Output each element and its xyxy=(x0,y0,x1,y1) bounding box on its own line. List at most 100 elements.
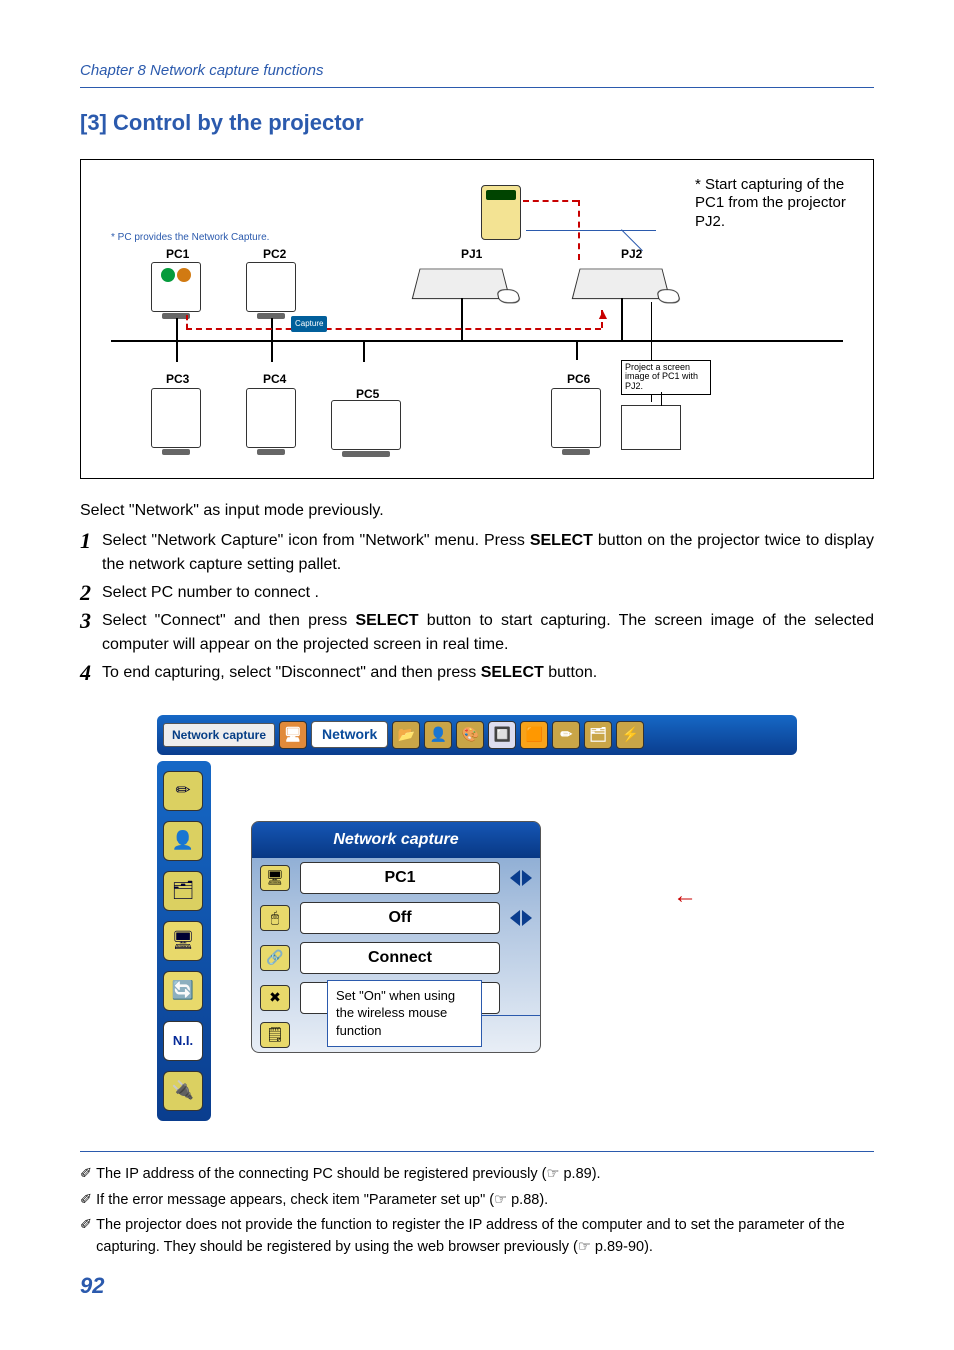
projection-screen-icon xyxy=(621,405,681,450)
monitor-icon: 🖥 xyxy=(163,921,203,961)
arrow-up-icon: ▲ xyxy=(596,304,610,325)
toggle-value: Off xyxy=(300,902,500,934)
connect-row: 🔗 Connect xyxy=(252,938,540,978)
step-text: Select "Connect" and then press xyxy=(102,612,355,629)
pc6-icon xyxy=(551,388,601,448)
step-4: 4 To end capturing, select "Disconnect" … xyxy=(80,661,874,685)
select-keyword: SELECT xyxy=(530,532,593,549)
transfer-icon: 🔄 xyxy=(163,971,203,1011)
pallet-title: Network capture xyxy=(252,822,540,858)
pc-icon: 🖥 xyxy=(260,865,290,891)
footnote-mark-icon: ✐ xyxy=(80,1190,92,1212)
drop-line xyxy=(176,318,178,340)
red-arrow-icon: ← xyxy=(673,878,697,914)
arrow-left-icon xyxy=(510,910,520,926)
footnote-3: ✐ The projector does not provide the fun… xyxy=(80,1215,874,1259)
drop-line xyxy=(621,298,623,340)
footnote-text: If the error message appears, check item… xyxy=(96,1190,874,1212)
footnote-text: The IP address of the connecting PC shou… xyxy=(96,1164,874,1186)
pj1-label: PJ1 xyxy=(461,245,482,263)
menu-icon: 📂 xyxy=(392,721,420,749)
pc1-icon xyxy=(151,262,201,312)
step-number: 3 xyxy=(80,609,102,657)
sn-icon: 🔌 xyxy=(163,1071,203,1111)
wireless-mouse-annotation: Set "On" when using the wireless mouse f… xyxy=(327,980,482,1047)
dashed-line xyxy=(186,315,188,329)
footnote-mark-icon: ✐ xyxy=(80,1215,92,1259)
select-keyword: SELECT xyxy=(481,664,544,681)
mouse-icon: 🖱 xyxy=(260,905,290,931)
pc-value: PC1 xyxy=(300,862,500,894)
face-icon: 👤 xyxy=(163,821,203,861)
pc2-label: PC2 xyxy=(263,245,286,263)
ni-icon: N.I. xyxy=(163,1021,203,1061)
pc5-icon xyxy=(331,400,401,450)
pc-row: 🖥 PC1 xyxy=(252,858,540,898)
footnote-text: The projector does not provide the funct… xyxy=(96,1215,874,1259)
pc4-icon xyxy=(246,388,296,448)
drop-line xyxy=(461,298,463,340)
section-title: [3] Control by the projector xyxy=(80,106,874,139)
decorative-dot xyxy=(161,268,175,282)
menu-icon: ✏ xyxy=(552,721,580,749)
pc3-icon xyxy=(151,388,201,448)
footnotes: ✐ The IP address of the connecting PC sh… xyxy=(80,1151,874,1259)
step-text: To end capturing, select "Disconnect" an… xyxy=(102,664,481,681)
osd-menu-bar: Network capture 🖥 Network 📂 👤 🎨 🔲 🟧 ✏ 🗂 … xyxy=(157,715,797,755)
callout-line xyxy=(526,230,656,231)
pen-icon: ✏ xyxy=(163,771,203,811)
menu-icon: 🗂 xyxy=(584,721,612,749)
footnote-1: ✐ The IP address of the connecting PC sh… xyxy=(80,1164,874,1186)
osd-figure: Network capture 🖥 Network 📂 👤 🎨 🔲 🟧 ✏ 🗂 … xyxy=(157,715,797,1121)
pj1-icon xyxy=(412,268,511,299)
arrow-right-icon xyxy=(522,910,532,926)
remote-icon xyxy=(481,185,521,240)
footnote-2: ✐ If the error message appears, check it… xyxy=(80,1190,874,1212)
footnote-mark-icon: ✐ xyxy=(80,1164,92,1186)
menu-icon: 👤 xyxy=(424,721,452,749)
diagram-note: * PC provides the Network Capture. xyxy=(111,230,269,245)
menu-icon: 🎨 xyxy=(456,721,484,749)
step-text: Select "Network Capture" icon from "Netw… xyxy=(102,532,530,549)
step-number: 2 xyxy=(80,581,102,605)
network-tab-label: Network xyxy=(311,721,388,748)
network-line xyxy=(111,340,843,342)
callout-line xyxy=(661,392,662,406)
step-text: button. xyxy=(544,664,597,681)
pc6-label: PC6 xyxy=(567,370,590,388)
dashed-line xyxy=(523,200,578,202)
chapter-header: Chapter 8 Network capture functions xyxy=(80,60,874,88)
select-keyword: SELECT xyxy=(355,612,418,629)
decorative-dot xyxy=(177,268,191,282)
pc4-label: PC4 xyxy=(263,370,286,388)
disconnect-icon: ✖ xyxy=(260,985,290,1011)
menu-icon: ⚡ xyxy=(616,721,644,749)
dashed-line xyxy=(186,328,601,330)
step-text: Select PC number to connect . xyxy=(102,581,874,605)
pc1-label: PC1 xyxy=(166,245,189,263)
menu-icon: 🟧 xyxy=(520,721,548,749)
card-icon: 🗂 xyxy=(163,871,203,911)
menu-icon: 🔲 xyxy=(488,721,516,749)
menu-icon: 🖥 xyxy=(279,721,307,749)
network-diagram: * PC provides the Network Capture. PC1 P… xyxy=(80,159,874,479)
drop-line xyxy=(271,340,273,362)
toggle-row: 🖱 Off xyxy=(252,898,540,938)
step-3: 3 Select "Connect" and then press SELECT… xyxy=(80,609,874,657)
osd-side-column: ✏ 👤 🗂 🖥 🔄 N.I. 🔌 xyxy=(157,761,211,1121)
step-1: 1 Select "Network Capture" icon from "Ne… xyxy=(80,529,874,577)
connect-icon: 🔗 xyxy=(260,945,290,971)
arrow-left-icon xyxy=(510,870,520,886)
step-number: 1 xyxy=(80,529,102,577)
pc2-icon xyxy=(246,262,296,312)
annotation-line xyxy=(482,1015,540,1016)
arrow-right-icon xyxy=(522,870,532,886)
start-capture-callout: * Start capturing of the PC1 from the pr… xyxy=(689,172,859,236)
pj2-icon xyxy=(572,268,671,299)
capture-chip: Capture xyxy=(291,316,327,332)
drop-line xyxy=(176,340,178,362)
project-image-callout: Project a screen image of PC1 with PJ2. xyxy=(621,360,711,396)
settings-icon: 🗒 xyxy=(260,1022,290,1048)
drop-line xyxy=(363,340,365,362)
drop-line xyxy=(576,340,578,360)
